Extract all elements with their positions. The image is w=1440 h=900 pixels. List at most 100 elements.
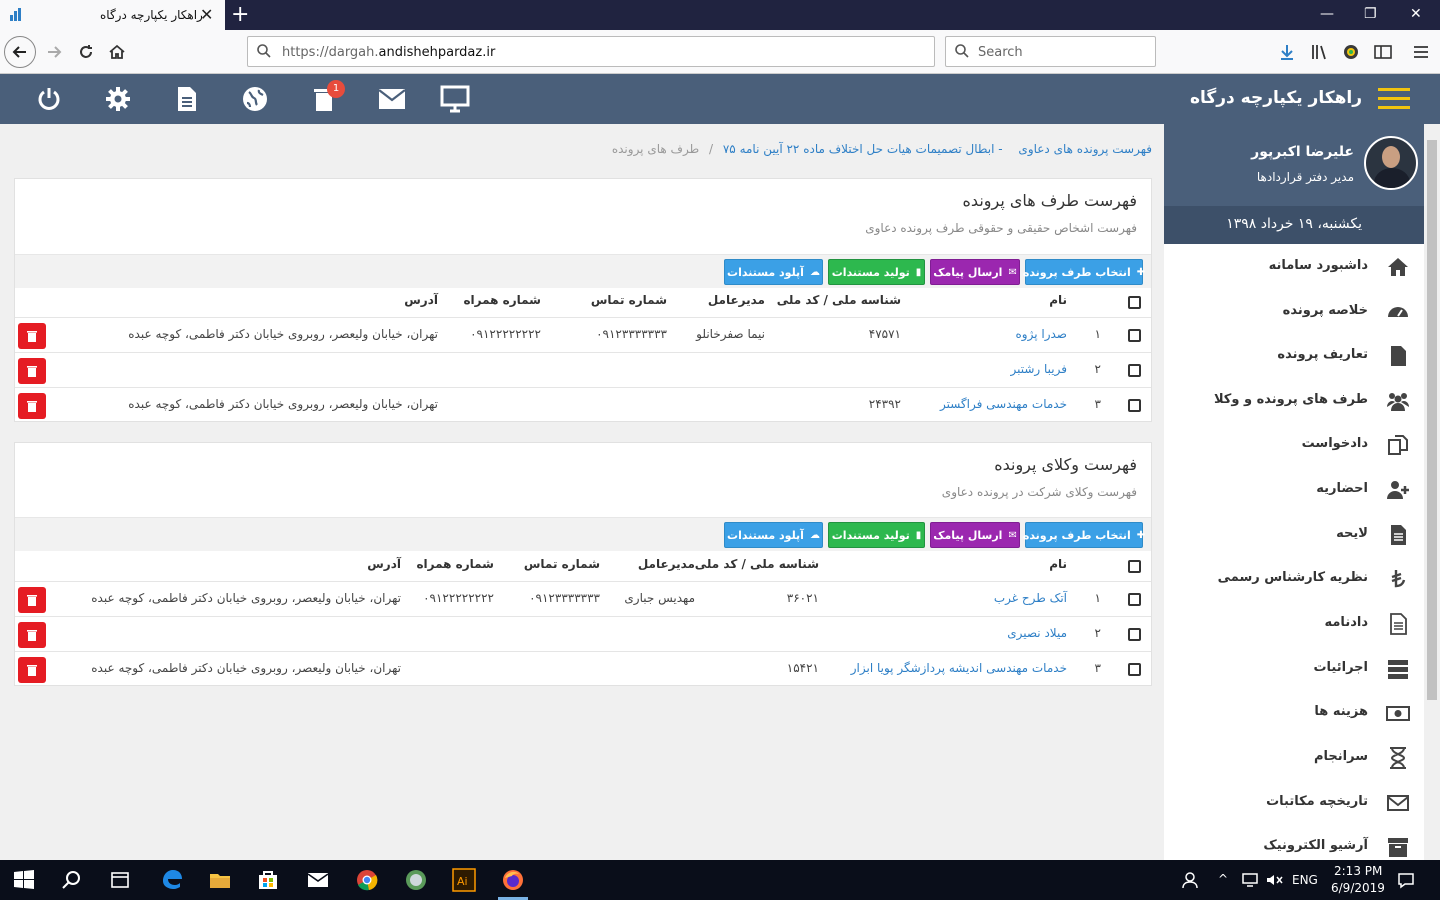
mail-app-icon[interactable] <box>306 868 330 892</box>
delete-button[interactable] <box>18 657 46 683</box>
window-close-icon[interactable]: ✕ <box>1410 6 1422 22</box>
people-icon[interactable] <box>1180 870 1200 890</box>
delete-button[interactable] <box>18 393 46 419</box>
parties-panel-title: فهرست طرف های پرونده <box>962 191 1137 210</box>
row-name-link[interactable]: آتک طرح غرب <box>994 591 1067 605</box>
col-national-id: شناسه ملی / کد ملی <box>776 293 901 307</box>
row-checkbox[interactable] <box>1128 364 1141 377</box>
delete-button[interactable] <box>18 323 46 349</box>
forward-button[interactable] <box>40 38 68 66</box>
row-address: تهران، خیابان ولیعصر، روبروی خیابان دکتر… <box>128 397 438 411</box>
search-bar[interactable]: Search <box>945 36 1156 67</box>
illustrator-icon[interactable]: Ai <box>452 868 476 892</box>
new-tab-button[interactable]: + <box>231 2 249 27</box>
select-party-button[interactable]: ✚ انتخاب طرف پرونده <box>1023 522 1145 548</box>
power-icon[interactable] <box>34 84 64 114</box>
row-phone: ۰۹۱۲۳۳۳۳۳۳۳ <box>529 591 600 605</box>
minimize-icon[interactable]: — <box>1320 6 1334 22</box>
upload-docs-button[interactable]: ☁ آپلود مستندات <box>724 259 823 285</box>
task-view-icon[interactable] <box>108 868 132 892</box>
row-checkbox[interactable] <box>1128 628 1141 641</box>
select-all-checkbox[interactable] <box>1128 560 1141 573</box>
send-sms-button[interactable]: ✉ ارسال پیامک <box>930 259 1020 285</box>
volume-muted-icon[interactable] <box>1264 870 1284 890</box>
generate-docs-button[interactable]: ▮ تولید مستندات <box>828 259 925 285</box>
parties-toolbar: ✚ انتخاب طرف پرونده ✉ ارسال پیامک ▮ تولید م… <box>15 254 1151 288</box>
row-name-link[interactable]: خدمات مهندسی فراگستر <box>940 397 1067 411</box>
sidebar-item-dashboard[interactable]: داشبورد سامانه <box>1164 246 1424 290</box>
clock-time[interactable]: 2:13 PM <box>1334 864 1382 878</box>
windows-start-icon[interactable] <box>12 868 36 892</box>
store-icon[interactable] <box>256 868 280 892</box>
profile-name: علیرضا اکبرپور <box>1251 144 1354 160</box>
breadcrumb-case-link[interactable]: - ابطال تصمیمات هیات حل اختلاف ماده ۲۲ آ… <box>723 142 1003 156</box>
hamburger-icon[interactable] <box>1378 88 1410 110</box>
select-party-button[interactable]: ✚ انتخاب طرف پرونده <box>1023 259 1145 285</box>
row-phone: ۰۹۱۲۳۳۳۳۳۳۳ <box>596 327 667 341</box>
browser-tab[interactable]: راهکار یکپارچه درگاه ✕ <box>0 0 225 30</box>
search-icon[interactable] <box>60 868 84 892</box>
row-name-link[interactable]: فریبا رشتبر <box>1010 362 1067 376</box>
sidebar-item-correspondence[interactable]: تاریخچه مکاتبات <box>1164 782 1424 826</box>
file-explorer-icon[interactable] <box>208 868 232 892</box>
color-wheel-icon[interactable] <box>1341 42 1361 62</box>
page-scrollbar-thumb[interactable] <box>1427 140 1437 700</box>
notification-center-icon[interactable] <box>1396 870 1416 890</box>
network-app-icon[interactable] <box>404 868 428 892</box>
sidebar-item-judgment[interactable]: دادنامه <box>1164 603 1424 647</box>
network-icon[interactable] <box>1240 870 1260 890</box>
sidebar-item-expert-opinion[interactable]: نظریه کارشناس رسمی <box>1164 558 1424 602</box>
restore-icon[interactable]: ❐ <box>1364 6 1377 22</box>
library-icon[interactable] <box>1309 42 1329 62</box>
globe-icon[interactable] <box>240 84 270 114</box>
row-mobile: ۰۹۱۲۲۲۲۲۲۲۲ <box>470 327 541 341</box>
sidebar-item-petition[interactable]: دادخواست <box>1164 424 1424 468</box>
home-button[interactable] <box>103 38 131 66</box>
sidebar-item-summons[interactable]: احضاریه <box>1164 469 1424 513</box>
delete-button[interactable] <box>18 622 46 648</box>
sidebar-toggle-icon[interactable] <box>1373 42 1393 62</box>
url-bar[interactable]: https://dargah.andishehpardaz.ir <box>247 36 935 67</box>
back-button[interactable] <box>4 36 36 68</box>
delete-button[interactable] <box>18 358 46 384</box>
row-checkbox[interactable] <box>1128 329 1141 342</box>
avatar[interactable] <box>1364 136 1418 190</box>
upload-docs-button[interactable]: ☁ آپلود مستندات <box>724 522 823 548</box>
gear-icon[interactable] <box>103 84 133 114</box>
col-name: نام <box>1049 557 1067 571</box>
sidebar-item-costs[interactable]: هزینه ها <box>1164 692 1424 736</box>
sidebar-item-case-definitions[interactable]: تعاریف پرونده <box>1164 335 1424 379</box>
send-sms-button[interactable]: ✉ ارسال پیامک <box>930 522 1020 548</box>
select-all-checkbox[interactable] <box>1128 296 1141 309</box>
row-name-link[interactable]: صدرا پژوه <box>1016 327 1067 341</box>
row-checkbox[interactable] <box>1128 399 1141 412</box>
generate-docs-button[interactable]: ▮ تولید مستندات <box>828 522 925 548</box>
menu-icon[interactable] <box>1411 42 1431 62</box>
download-icon[interactable] <box>1277 42 1297 62</box>
sidebar-item-enforcement[interactable]: اجرائیات <box>1164 648 1424 692</box>
edge-icon[interactable] <box>160 868 184 892</box>
sidebar-item-parties[interactable]: طرف های پرونده و وکلا <box>1164 380 1424 424</box>
sidebar-item-outcome[interactable]: سرانجام <box>1164 737 1424 781</box>
trash-small-icon <box>27 595 37 606</box>
row-checkbox[interactable] <box>1128 593 1141 606</box>
breadcrumb-cases-link[interactable]: فهرست پرونده های دعاوی <box>1018 142 1152 156</box>
chevron-up-icon[interactable]: ^ <box>1218 872 1228 886</box>
row-name-link[interactable]: خدمات مهندسی اندیشه پردازشگر پویا ابزار <box>851 661 1067 675</box>
monitor-icon[interactable] <box>440 84 470 114</box>
language-indicator[interactable]: ENG <box>1292 873 1318 887</box>
chrome-icon[interactable] <box>355 868 379 892</box>
clock-date[interactable]: 6/9/2019 <box>1331 881 1385 895</box>
row-name-link[interactable]: میلاد نصیری <box>1007 626 1067 640</box>
tab-close-icon[interactable]: ✕ <box>200 5 213 24</box>
sidebar-item-brief[interactable]: لایحه <box>1164 514 1424 558</box>
row-checkbox[interactable] <box>1128 663 1141 676</box>
firefox-icon[interactable] <box>501 868 525 892</box>
mail-icon[interactable] <box>377 84 407 114</box>
delete-button[interactable] <box>18 587 46 613</box>
notification-badge: 1 <box>327 80 345 98</box>
sidebar-item-case-summary[interactable]: خلاصه پرونده <box>1164 291 1424 335</box>
reload-button[interactable] <box>72 38 100 66</box>
document-icon[interactable] <box>172 84 202 114</box>
server-icon <box>1388 660 1408 679</box>
